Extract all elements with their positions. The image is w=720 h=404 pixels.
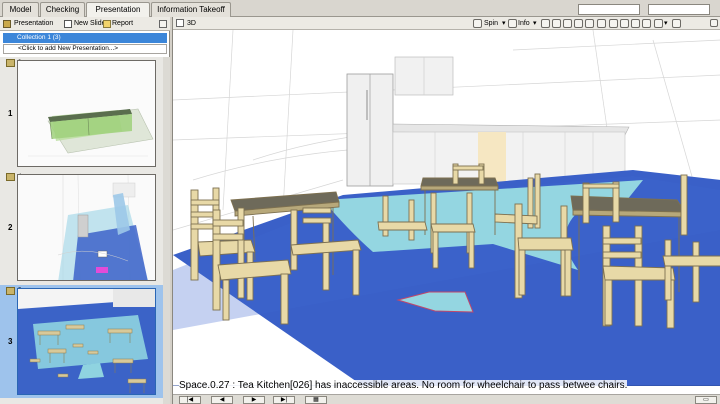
add-presentation-input[interactable]: <Click to add New Presentation...> — [3, 44, 167, 54]
slide-type-icon — [6, 287, 15, 295]
viewport-icon — [176, 19, 184, 27]
slide-thumbnail — [17, 288, 156, 395]
zoom-out-icon[interactable] — [631, 19, 640, 28]
3d-viewport[interactable]: 3D Spin ▾ Info ▾ ▾ Space.0.27: Tea Kitc… — [172, 17, 720, 404]
slide-number: 1 — [8, 109, 13, 118]
view-top-icon[interactable] — [563, 19, 572, 28]
zoom-icon[interactable] — [609, 19, 618, 28]
presentation-toolbar: Presentation New Slide Report — [0, 17, 170, 31]
select-icon[interactable] — [654, 19, 663, 28]
tab-checking[interactable]: Checking — [40, 2, 85, 17]
spin-button[interactable]: Spin — [484, 18, 498, 29]
play-button[interactable]: ▶ — [243, 396, 265, 404]
slide-number: 3 — [8, 337, 13, 346]
status-message: Space.0.27 : Tea Kitchen[026] has inacce… — [179, 380, 628, 392]
app-window: Model Checking Presentation Information … — [0, 0, 720, 404]
info-dropdown-icon[interactable]: ▾ — [533, 18, 537, 29]
fullscreen-button[interactable]: ▭ — [695, 396, 717, 404]
slide-type-icon — [6, 173, 15, 181]
viewport-close-icon[interactable] — [710, 19, 718, 27]
slide-item-2[interactable]: 4 2 — [0, 171, 170, 284]
slide-number: 2 — [8, 223, 13, 232]
collection-item[interactable]: Collection 1 (3) — [3, 33, 167, 43]
spin-dropdown-icon[interactable]: ▾ — [502, 18, 506, 29]
slide-list-scrollbar[interactable] — [163, 57, 170, 404]
3d-scene[interactable] — [173, 30, 720, 386]
tab-presentation[interactable]: Presentation — [86, 2, 150, 18]
filter-input[interactable] — [648, 4, 710, 15]
new-slide-icon[interactable] — [64, 20, 72, 28]
panel-close-icon[interactable] — [159, 20, 167, 28]
first-slide-button[interactable]: |◀ — [179, 396, 201, 404]
tab-model[interactable]: Model — [2, 2, 39, 17]
slide-list: 3 1 4 — [0, 57, 170, 404]
slide-navigation-bar: |◀ ◀ ▶ ▶| ▦ ▭ — [173, 394, 720, 404]
zoom-in-icon[interactable] — [620, 19, 629, 28]
slide-grid-button[interactable]: ▦ — [305, 396, 327, 404]
select-dropdown-icon[interactable]: ▾ — [664, 18, 668, 29]
search-input[interactable] — [578, 4, 640, 15]
view-front-icon[interactable] — [552, 19, 561, 28]
new-slide-button[interactable]: New Slide — [74, 19, 106, 29]
slide-item-3[interactable]: 5 3 — [0, 285, 170, 398]
presentation-label: Presentation — [14, 20, 54, 27]
viewport-toolbar: 3D Spin ▾ Info ▾ ▾ — [173, 17, 720, 30]
info-button[interactable]: Info — [518, 18, 530, 29]
grid-icon[interactable] — [597, 19, 606, 28]
viewport-label: 3D — [187, 20, 196, 27]
zoom-fit-icon[interactable] — [642, 19, 651, 28]
info-icon[interactable] — [508, 19, 517, 28]
last-slide-button[interactable]: ▶| — [273, 396, 295, 404]
report-icon[interactable] — [103, 20, 111, 28]
slide-type-icon — [6, 59, 15, 67]
spin-icon[interactable] — [473, 19, 482, 28]
main-tab-bar: Model Checking Presentation Information … — [0, 0, 720, 18]
view-icon[interactable] — [541, 19, 550, 28]
slide-item-1[interactable]: 3 1 — [0, 57, 170, 170]
hide-icon[interactable] — [672, 19, 681, 28]
report-button[interactable]: Report — [112, 19, 133, 29]
presentation-panel: Presentation New Slide Report Collection… — [0, 17, 170, 404]
view-iso-icon[interactable] — [585, 19, 594, 28]
view-side-icon[interactable] — [574, 19, 583, 28]
slide-thumbnail — [17, 174, 156, 281]
previous-slide-button[interactable]: ◀ — [211, 396, 233, 404]
slide-thumbnail — [17, 60, 156, 167]
tab-information-takeoff[interactable]: Information Takeoff — [151, 2, 231, 17]
presentation-icon — [3, 20, 11, 28]
